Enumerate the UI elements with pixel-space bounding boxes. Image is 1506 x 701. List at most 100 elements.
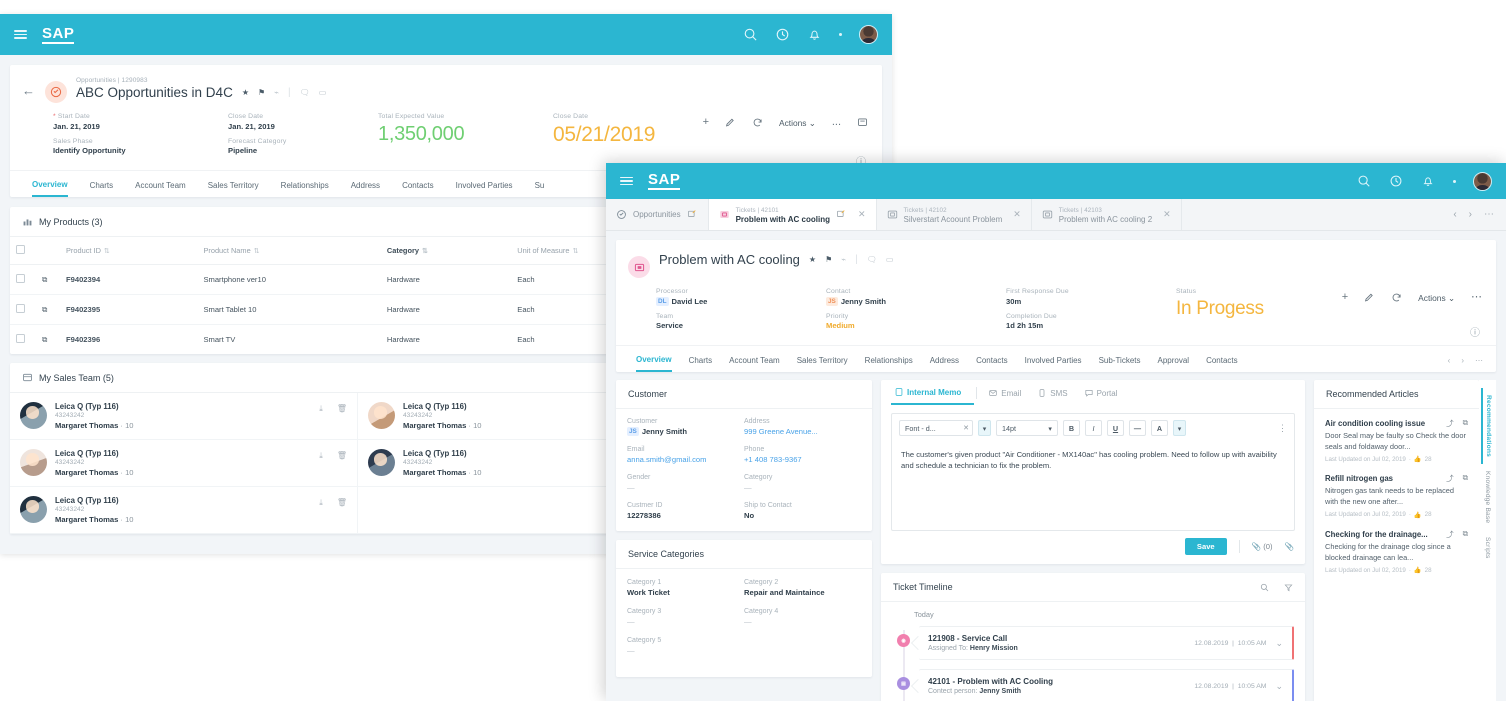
italic-button[interactable]: I bbox=[1085, 420, 1102, 436]
add-icon[interactable]: + bbox=[1342, 292, 1348, 303]
back-icon[interactable]: ← bbox=[22, 83, 35, 98]
open-external-icon[interactable]: ⧉ bbox=[42, 335, 47, 344]
overflow-dot-icon[interactable] bbox=[1453, 179, 1456, 183]
tab-charts[interactable]: Charts bbox=[689, 356, 713, 371]
delete-icon[interactable]: 🗑 bbox=[337, 451, 347, 461]
feed-icon[interactable]: ⌁ bbox=[274, 88, 279, 97]
more-icon[interactable]: ... bbox=[832, 117, 841, 128]
tab-sms[interactable]: SMS bbox=[1034, 389, 1080, 404]
tab-overview[interactable]: Overview bbox=[32, 180, 68, 197]
sap-logo[interactable]: SAP bbox=[42, 26, 75, 44]
history-icon[interactable] bbox=[775, 27, 790, 42]
open-external-icon[interactable]: ⧉ bbox=[1463, 418, 1468, 429]
comment-icon[interactable]: 🗨 bbox=[300, 88, 310, 97]
bell-icon[interactable] bbox=[1421, 174, 1436, 189]
editor-more-icon[interactable]: ⋮ bbox=[1278, 423, 1287, 434]
list-item[interactable]: Leica Q (Typ 116) 43243242 Margaret Thom… bbox=[10, 393, 358, 440]
rail-tab-recommendations[interactable]: Recommendations bbox=[1481, 388, 1494, 464]
tab-approval[interactable]: Approval bbox=[1158, 356, 1190, 371]
tab-sales-territory[interactable]: Sales Territory bbox=[208, 181, 259, 196]
open-external-icon[interactable] bbox=[836, 209, 847, 220]
share-icon[interactable]: ⤴ bbox=[1446, 473, 1454, 484]
open-external-icon[interactable] bbox=[687, 209, 698, 220]
actions-dropdown[interactable]: Actions ⌄ bbox=[1418, 293, 1455, 303]
tab-portal[interactable]: Portal bbox=[1081, 389, 1131, 404]
tab-sub-tickets[interactable]: Sub-Tickets bbox=[1099, 356, 1141, 371]
delete-icon[interactable]: 🗑 bbox=[337, 498, 347, 508]
field-value[interactable]: anna.smith@gmail.com bbox=[627, 455, 744, 464]
feed-icon[interactable]: ⌁ bbox=[841, 255, 846, 264]
menu-icon[interactable] bbox=[14, 30, 27, 39]
menu-icon[interactable] bbox=[620, 176, 633, 186]
tab-involved-parties[interactable]: Involved Parties bbox=[456, 181, 513, 196]
font-family-select[interactable]: Font - d... ✕ bbox=[899, 420, 973, 436]
col-product-id[interactable]: Product ID ⇅ bbox=[60, 237, 198, 265]
row-checkbox[interactable] bbox=[16, 334, 25, 343]
more-icon[interactable]: ⋯ bbox=[1471, 292, 1482, 303]
open-external-icon[interactable]: ⧉ bbox=[1463, 473, 1468, 484]
tab-overview[interactable]: Overview bbox=[636, 355, 672, 372]
field-value[interactable]: +1 408 783-9367 bbox=[744, 455, 861, 464]
list-item[interactable]: Leica Q (Typ 116) 43243242 Margaret Thom… bbox=[10, 440, 358, 487]
comment-icon[interactable]: 🗨 bbox=[867, 255, 877, 264]
rail-tab-knowledge-base[interactable]: Knowledge Base bbox=[1482, 464, 1493, 530]
download-icon[interactable]: ⤓ bbox=[319, 451, 323, 461]
share-icon[interactable]: ⤴ bbox=[1446, 418, 1454, 429]
tag-icon[interactable]: ▭ bbox=[886, 255, 894, 264]
delete-icon[interactable]: 🗑 bbox=[337, 404, 347, 414]
font-size-select[interactable]: 14pt ▾ bbox=[996, 420, 1058, 436]
refresh-icon[interactable] bbox=[752, 117, 763, 128]
search-icon[interactable] bbox=[743, 27, 758, 42]
open-external-icon[interactable]: ⧉ bbox=[42, 275, 47, 284]
more-tabs-icon[interactable]: ⋯ bbox=[1484, 209, 1494, 220]
actions-dropdown[interactable]: Actions ⌄ bbox=[779, 118, 816, 128]
bell-icon[interactable] bbox=[807, 27, 822, 42]
tab-charts[interactable]: Charts bbox=[90, 181, 114, 196]
more-icon[interactable]: ⋯ bbox=[1475, 356, 1483, 365]
col-product-name[interactable]: Product Name ⇅ bbox=[197, 237, 381, 265]
sap-logo[interactable]: SAP bbox=[648, 172, 681, 190]
tab-contacts[interactable]: Contacts bbox=[402, 181, 434, 196]
tab-relationships[interactable]: Relationships bbox=[865, 356, 913, 371]
download-icon[interactable]: ⤓ bbox=[319, 404, 323, 414]
note-icon[interactable] bbox=[857, 117, 868, 128]
next-tab-icon[interactable]: › bbox=[1469, 209, 1472, 220]
row-checkbox[interactable] bbox=[16, 274, 25, 283]
expand-icon[interactable]: ⌄ bbox=[1275, 638, 1283, 649]
list-item[interactable]: Leica Q (Typ 116) 43243242 Margaret Thom… bbox=[10, 487, 358, 534]
timeline-item[interactable]: ▤ 42101 - Problem with AC Cooling Contec… bbox=[892, 669, 1294, 701]
download-icon[interactable]: ⤓ bbox=[319, 498, 323, 508]
timeline-item[interactable]: ◉ 121908 - Service Call Assigned To: Hen… bbox=[892, 626, 1294, 660]
rail-tab-scripts[interactable]: Scripts bbox=[1482, 530, 1493, 566]
field-value[interactable]: 999 Greene Avenue... bbox=[744, 427, 861, 436]
prev-icon[interactable]: ‹ bbox=[1448, 356, 1451, 365]
next-icon[interactable]: › bbox=[1461, 356, 1464, 365]
refresh-icon[interactable] bbox=[1391, 292, 1402, 303]
tab-ticket-42103[interactable]: Tickets | 42103 Problem with AC cooling … bbox=[1031, 199, 1182, 230]
open-external-icon[interactable]: ⧉ bbox=[1463, 529, 1468, 540]
tab-account-team[interactable]: Account Team bbox=[135, 181, 186, 196]
tab-internal-memo[interactable]: Internal Memo bbox=[891, 388, 975, 405]
tab-address[interactable]: Address bbox=[930, 356, 959, 371]
search-icon[interactable] bbox=[1357, 174, 1372, 189]
article-item[interactable]: Refill nitrogen gas ⤴ ⧉ Nitrogen gas tank… bbox=[1325, 473, 1468, 518]
bold-button[interactable]: B bbox=[1063, 420, 1080, 436]
add-icon[interactable]: + bbox=[703, 117, 709, 128]
memo-text[interactable]: The customer's given product "Air Condit… bbox=[892, 442, 1294, 479]
tab-involved-parties[interactable]: Involved Parties bbox=[1025, 356, 1082, 371]
font-family-caret[interactable]: ▾ bbox=[978, 420, 991, 436]
favorite-star-icon[interactable]: ★ bbox=[809, 255, 816, 264]
text-color-caret[interactable]: ▾ bbox=[1173, 420, 1186, 436]
tab-email[interactable]: Email bbox=[985, 389, 1034, 404]
article-item[interactable]: Checking for the drainage... ⤴ ⧉ Checking… bbox=[1325, 529, 1468, 574]
strikethrough-button[interactable]: — bbox=[1129, 420, 1146, 436]
share-icon[interactable]: ⤴ bbox=[1446, 529, 1454, 540]
attach-icon[interactable]: 📎 bbox=[1285, 542, 1294, 551]
close-icon[interactable]: ✕ bbox=[1013, 209, 1021, 220]
close-icon[interactable]: ✕ bbox=[1163, 209, 1171, 220]
tab-subtickets-truncated[interactable]: Su bbox=[535, 181, 545, 196]
article-item[interactable]: Air condition cooling issue ⤴ ⧉ Door Seal… bbox=[1325, 418, 1468, 463]
tab-account-team[interactable]: Account Team bbox=[729, 356, 780, 371]
row-checkbox[interactable] bbox=[16, 304, 25, 313]
col-category[interactable]: Category ⇅ bbox=[380, 237, 512, 265]
